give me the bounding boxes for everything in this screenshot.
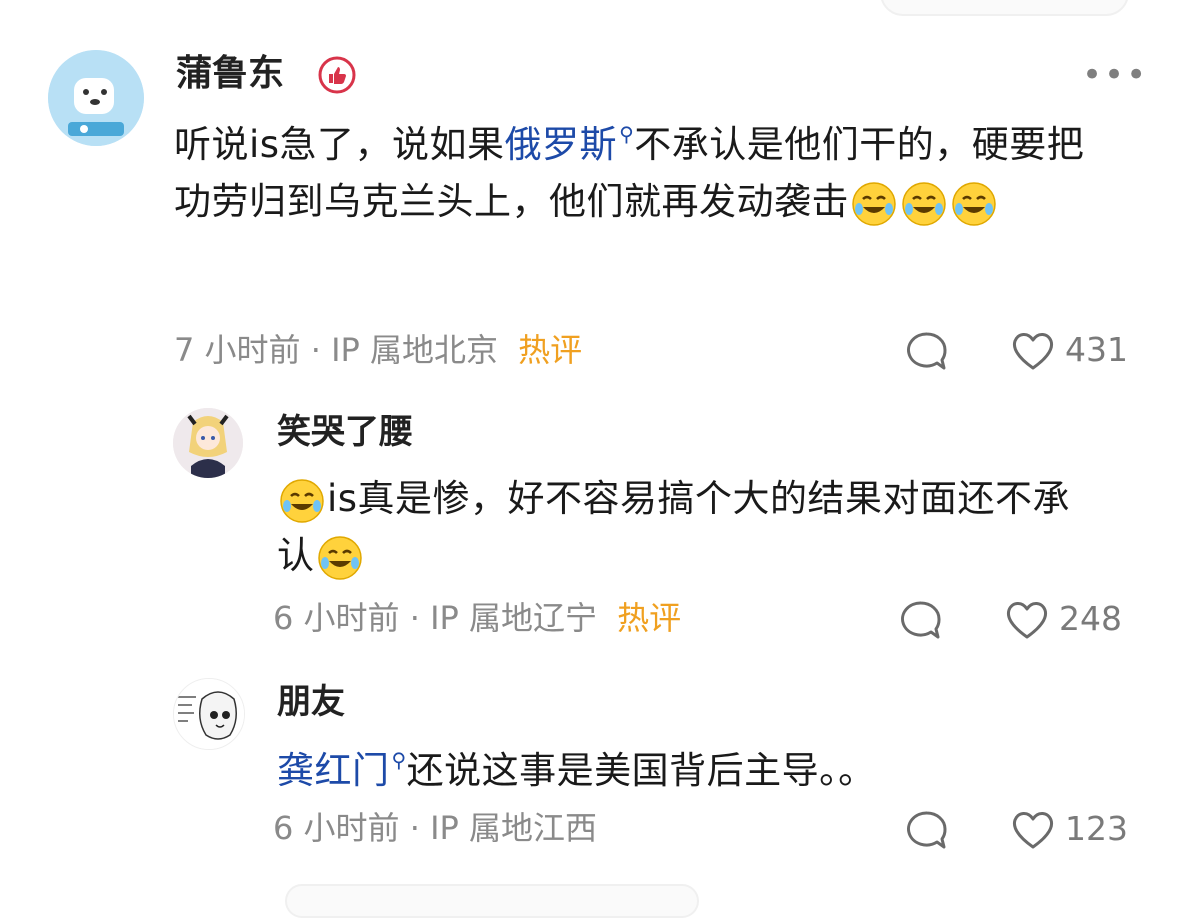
like-heart-icon[interactable] (1011, 810, 1055, 854)
laugh-cry-emoji-icon (277, 477, 327, 523)
bottom-pill-decoration (285, 884, 699, 918)
topic-link[interactable]: 龚红门 (277, 749, 390, 792)
comment-text: 听说is急了，说如果俄罗斯 ⚲不承认是他们干的，硬要把功劳归到乌克兰头上，他们就再… (174, 116, 1114, 230)
ip-location: IP 属地辽宁 (430, 599, 597, 637)
avatar[interactable] (48, 50, 144, 146)
comment-meta: 6 小时前 · IP 属地江西 (273, 808, 597, 848)
comment-time: 6 小时前 (273, 599, 400, 637)
laugh-cry-emoji-icon (315, 534, 365, 580)
username[interactable]: 朋友 (277, 680, 345, 724)
search-icon[interactable]: ⚲ (392, 750, 407, 770)
ip-location: IP 属地北京 (331, 331, 498, 369)
laugh-cry-emoji-icon (899, 180, 949, 226)
topic-link[interactable]: 俄罗斯 (505, 123, 618, 166)
like-count: 248 (1059, 599, 1122, 638)
username[interactable]: 蒲鲁东 (176, 52, 284, 96)
comment-text: 龚红门 ⚲还说这事是美国背后主导。。 (277, 742, 1107, 799)
hot-comment-label: 热评 (518, 331, 583, 369)
meta-separator: · (310, 331, 321, 369)
comment-meta: 7 小时前 · IP 属地北京 热评 (174, 330, 582, 370)
reply-icon[interactable] (905, 809, 949, 855)
hot-badge-icon (318, 56, 356, 98)
comment-text-part: 听说is急了，说如果 (174, 123, 505, 166)
reply-icon[interactable] (905, 330, 949, 376)
like-heart-icon[interactable] (1011, 331, 1055, 375)
laugh-cry-emoji-icon (849, 180, 899, 226)
laugh-cry-emoji-icon (949, 180, 999, 226)
comment-time: 7 小时前 (174, 331, 301, 369)
like-count: 123 (1065, 809, 1128, 848)
avatar[interactable] (173, 408, 243, 478)
meta-separator: · (409, 599, 420, 637)
like-heart-icon[interactable] (1005, 600, 1049, 644)
comment-text-part: 还说这事是美国背后主导。。 (406, 749, 876, 792)
comment-text-part: is真是惨，好不容易搞个大的结果对面还不承认 (277, 477, 1071, 577)
meta-separator: · (409, 809, 420, 847)
more-dots-icon[interactable]: ••• (1082, 55, 1148, 95)
comment-time: 6 小时前 (273, 809, 400, 847)
ip-location: IP 属地江西 (430, 809, 597, 847)
comment-meta: 6 小时前 · IP 属地辽宁 热评 (273, 598, 681, 638)
top-pill-decoration (880, 0, 1129, 16)
hot-comment-label: 热评 (617, 599, 682, 637)
comment-text: is真是惨，好不容易搞个大的结果对面还不承认 (277, 470, 1107, 584)
avatar[interactable] (173, 678, 245, 750)
reply-icon[interactable] (899, 599, 943, 645)
search-icon[interactable]: ⚲ (619, 124, 634, 144)
like-count: 431 (1065, 330, 1128, 369)
username[interactable]: 笑哭了腰 (277, 410, 413, 454)
